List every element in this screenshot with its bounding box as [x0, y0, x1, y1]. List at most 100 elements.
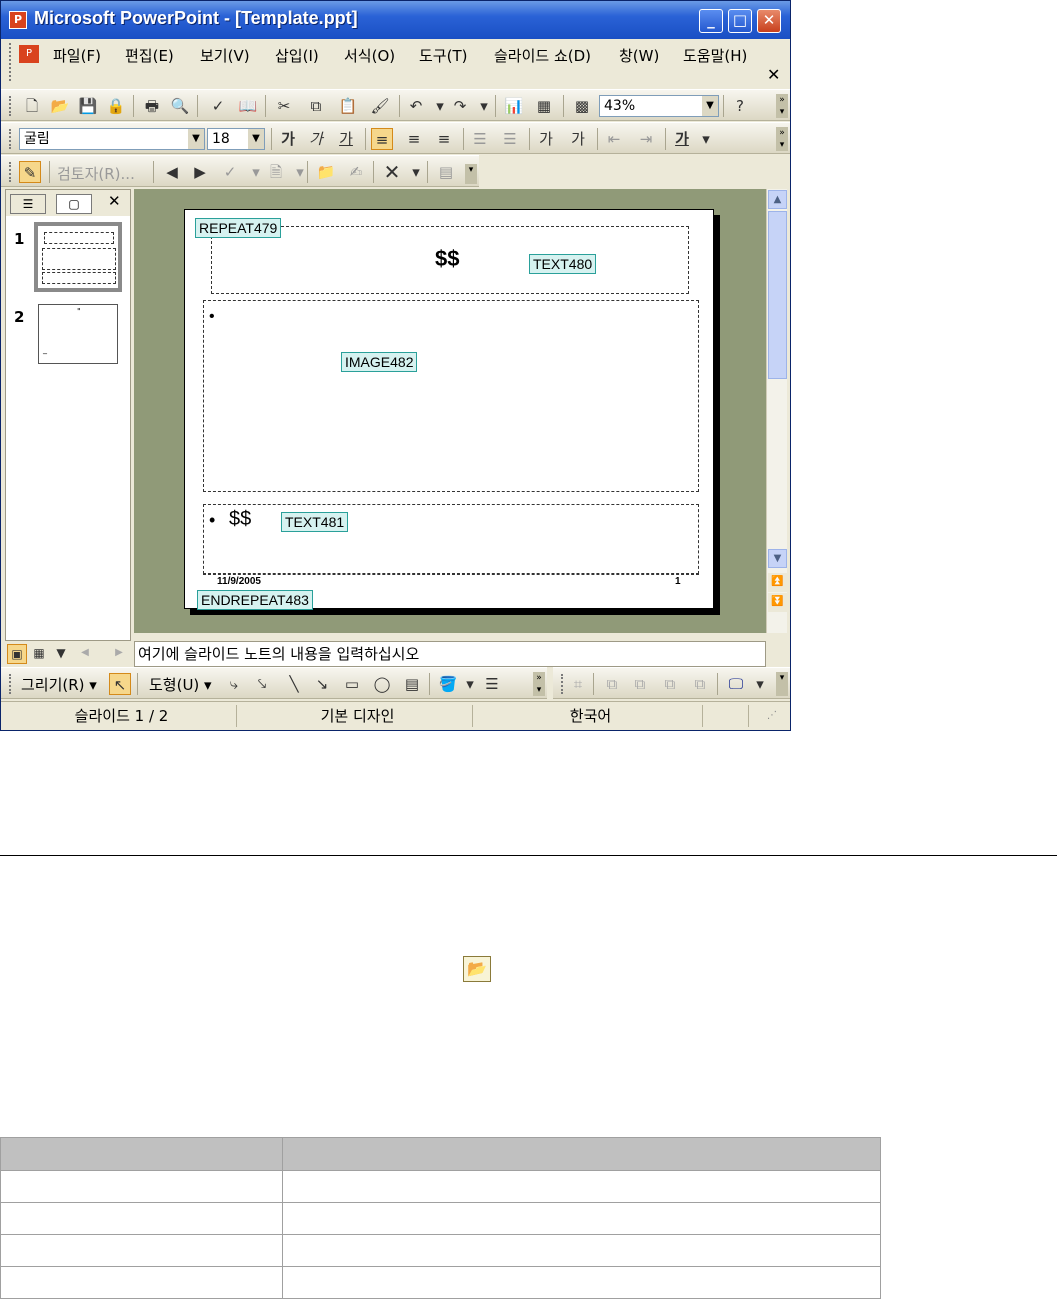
- arrow-icon[interactable]: ↘: [311, 673, 333, 695]
- insert-comment-icon[interactable]: 📁: [315, 161, 337, 183]
- decrease-indent-icon[interactable]: ⇤: [603, 128, 625, 150]
- scroll-left-icon[interactable]: ◀: [75, 644, 95, 664]
- text-tag[interactable]: TEXT481: [281, 512, 349, 532]
- menu-edit[interactable]: 편집(E): [125, 45, 174, 66]
- next-item-icon[interactable]: ▶: [189, 161, 211, 183]
- edit-comment-icon[interactable]: ✍: [345, 161, 367, 183]
- research-icon[interactable]: 📖: [237, 95, 259, 117]
- grid-icon[interactable]: ▩: [571, 95, 593, 117]
- increase-font-icon[interactable]: 가: [535, 128, 557, 150]
- rectangle-icon[interactable]: ▭: [341, 673, 363, 695]
- tab-outline[interactable]: ☰: [10, 194, 46, 214]
- scroll-right-icon[interactable]: ▶: [109, 644, 129, 664]
- italic-button[interactable]: 가: [305, 128, 327, 150]
- menu-slideshow[interactable]: 슬라이드 쇼(D): [494, 45, 591, 66]
- open-icon[interactable]: 📂: [49, 95, 71, 117]
- menu-insert[interactable]: 삽입(I): [275, 45, 319, 66]
- slide-sorter-icon[interactable]: ▦: [29, 644, 49, 664]
- close-icon[interactable]: ✕: [108, 192, 121, 210]
- help-icon[interactable]: ?: [729, 95, 751, 117]
- chart-icon[interactable]: 📊: [503, 95, 525, 117]
- toolbar-grip[interactable]: [9, 162, 12, 182]
- new-icon[interactable]: 🗋: [21, 95, 43, 117]
- slide-thumbnail-2[interactable]: " _: [38, 304, 118, 364]
- document-icon[interactable]: P: [19, 45, 39, 63]
- notes-pane[interactable]: 여기에 슬라이드 노트의 내용을 입력하십시오: [134, 641, 766, 667]
- menu-help[interactable]: 도움말(H): [683, 45, 747, 66]
- content-placeholder[interactable]: [203, 504, 699, 574]
- menu-format[interactable]: 서식(O): [344, 45, 395, 66]
- align-objects-icon[interactable]: ⧉: [659, 673, 681, 695]
- close-button[interactable]: ✕: [757, 9, 781, 33]
- align-right-icon[interactable]: ≡: [433, 128, 455, 150]
- powerpoint-icon[interactable]: P: [9, 11, 27, 29]
- repeat-tag[interactable]: REPEAT479: [195, 218, 282, 238]
- menu-file[interactable]: 파일(F): [53, 45, 101, 66]
- chevron-down-icon[interactable]: ▼: [702, 96, 718, 116]
- toolbar-options-icon[interactable]: ▾: [776, 672, 788, 696]
- chevron-down-icon[interactable]: ▼: [188, 129, 204, 149]
- fill-color-icon[interactable]: 🪣: [437, 673, 459, 695]
- line-icon[interactable]: ╲: [283, 673, 305, 695]
- font-select[interactable]: 굴림 ▼: [19, 128, 205, 150]
- tab-slides[interactable]: ▢: [56, 194, 92, 214]
- font-size-select[interactable]: 18 ▼: [207, 128, 265, 150]
- fill-color-dropdown-icon[interactable]: ▾: [459, 673, 481, 695]
- format-painter-icon[interactable]: 🖌: [369, 95, 391, 117]
- slide-editing-area[interactable]: REPEAT479 $$ TEXT480 • IMAGE482 • $$ TEX…: [134, 189, 766, 633]
- resize-grip-icon[interactable]: ⋰: [767, 710, 777, 721]
- autoshapes-menu-button[interactable]: 도형(U) ▾: [149, 674, 212, 695]
- oval-icon[interactable]: ◯: [371, 673, 393, 695]
- connector-icon[interactable]: ⤷: [223, 673, 245, 695]
- undo-dropdown-icon[interactable]: ▾: [429, 95, 451, 117]
- menu-window[interactable]: 창(W): [619, 45, 659, 66]
- normal-view-icon[interactable]: ▣: [7, 644, 27, 664]
- font-color-dropdown-icon[interactable]: ▾: [695, 128, 717, 150]
- slideshow-view-icon[interactable]: ▼: [51, 644, 71, 664]
- bullets-icon[interactable]: ☰: [499, 128, 521, 150]
- toolbar-grip[interactable]: [561, 674, 564, 694]
- bring-forward-icon[interactable]: ⧉: [601, 673, 623, 695]
- group-icon[interactable]: ⌗: [567, 673, 589, 695]
- align-center-icon[interactable]: ≡: [403, 128, 425, 150]
- slide-thumbnail-1[interactable]: [34, 222, 122, 292]
- toolbar-options-icon[interactable]: » ▾: [776, 94, 788, 118]
- scroll-down-icon[interactable]: ▼: [768, 549, 787, 568]
- slide-canvas[interactable]: REPEAT479 $$ TEXT480 • IMAGE482 • $$ TEX…: [184, 209, 714, 610]
- previous-item-icon[interactable]: ◀: [161, 161, 183, 183]
- body-placeholder[interactable]: [203, 300, 699, 492]
- distribute-icon[interactable]: ⧉: [689, 673, 711, 695]
- print-preview-icon[interactable]: 🔍: [169, 95, 191, 117]
- underline-button[interactable]: 가: [335, 128, 357, 150]
- text-tag[interactable]: TEXT480: [529, 254, 597, 274]
- save-icon[interactable]: 💾: [77, 95, 99, 117]
- cut-icon[interactable]: ✂: [273, 95, 295, 117]
- reviewer-button[interactable]: 검토자(R)...: [57, 163, 135, 184]
- menu-view[interactable]: 보기(V): [200, 45, 250, 66]
- print-icon[interactable]: 🖶: [141, 95, 163, 117]
- toolbar-options-icon[interactable]: » ▾: [533, 672, 545, 696]
- zoom-select[interactable]: 43% ▼: [599, 95, 719, 117]
- toolbar-options-icon[interactable]: ▾: [465, 164, 477, 184]
- redo-icon[interactable]: ↷: [449, 95, 471, 117]
- toolbar-grip[interactable]: [9, 674, 12, 694]
- markup-icon[interactable]: ✎: [19, 161, 41, 183]
- scroll-up-icon[interactable]: ▲: [768, 190, 787, 209]
- bold-button[interactable]: 가: [277, 128, 299, 150]
- apply-dropdown-icon[interactable]: ▾: [245, 161, 267, 183]
- elbow-connector-icon[interactable]: ⤥: [251, 673, 273, 695]
- previous-slide-icon[interactable]: ⏫: [768, 573, 787, 592]
- menu-tools[interactable]: 도구(T): [419, 45, 467, 66]
- title-bar[interactable]: P Microsoft PowerPoint - [Template.ppt] …: [1, 1, 790, 39]
- menu-grip[interactable]: [9, 43, 13, 81]
- close-document-icon[interactable]: ✕: [767, 65, 780, 84]
- numbering-icon[interactable]: ☰: [469, 128, 491, 150]
- chevron-down-icon[interactable]: ▼: [248, 129, 264, 149]
- delete-markup-icon[interactable]: 🗎: [265, 161, 287, 183]
- minimize-button[interactable]: _: [699, 9, 723, 33]
- textbox-icon[interactable]: ▤: [401, 673, 423, 695]
- increase-indent-icon[interactable]: ⇥: [635, 128, 657, 150]
- table-icon[interactable]: ▦: [533, 95, 555, 117]
- apply-icon[interactable]: ✓: [219, 161, 241, 183]
- reviewing-pane-icon[interactable]: ▤: [435, 161, 457, 183]
